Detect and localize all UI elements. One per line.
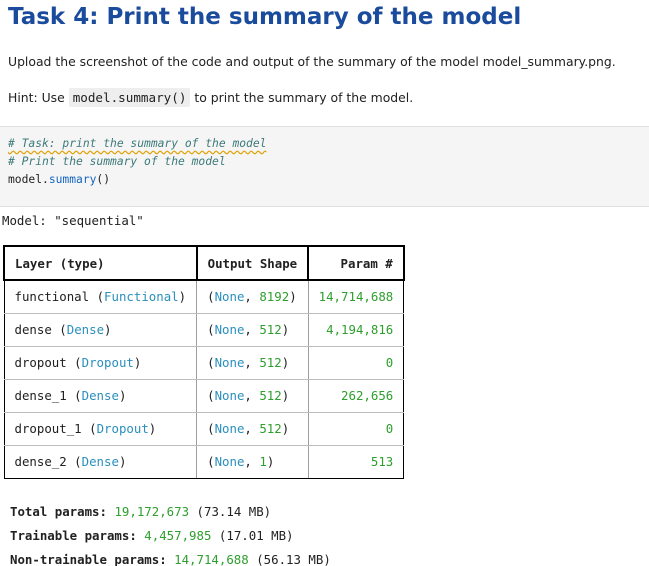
hint-inline-code: model.summary() [68, 88, 191, 107]
header-layer-type: Layer (type) [3, 245, 198, 281]
code-function: summary [48, 173, 97, 186]
layer-type: Dropout [96, 421, 149, 436]
shape-none: None [214, 355, 245, 370]
code-line-2[interactable]: # Print the summary of the model [8, 153, 649, 171]
shape-none: None [214, 289, 245, 305]
layer-cell: dense (Dense) [3, 313, 198, 347]
shape-dim: 512 [259, 388, 282, 403]
total-params-size: (73.14 MB) [196, 504, 272, 519]
non-trainable-params-line: Non-trainable params: 14,714,688 (56.13 … [10, 548, 331, 566]
layer-type: Dense [81, 388, 119, 403]
header-output-shape: Output Shape [195, 245, 310, 281]
param-cell: 4,194,816 [307, 313, 405, 347]
layer-name: dense [14, 322, 52, 337]
table-row: functional (Functional) (None, 8192) 14,… [3, 280, 405, 314]
code-line-1[interactable]: # Task: print the summary of the model [8, 135, 649, 153]
table-header-row: Layer (type) Output Shape Param # [3, 245, 405, 281]
layer-name: dropout_1 [14, 421, 82, 436]
shape-cell: (None, 1) [196, 445, 309, 479]
shape-cell: (None, 8192) [196, 280, 309, 314]
layer-name: dropout [14, 355, 67, 370]
layer-cell: dense_1 (Dense) [3, 379, 198, 413]
shape-cell: (None, 512) [196, 379, 309, 413]
shape-none: None [214, 322, 245, 337]
param-cell: 14,714,688 [307, 280, 405, 314]
layer-name: dense_1 [14, 388, 67, 403]
table-row: dropout_1 (Dropout) (None, 512) 0 [3, 412, 405, 446]
shape-none: None [214, 388, 245, 403]
param-cell: 262,656 [307, 379, 405, 413]
code-object: model. [8, 173, 49, 186]
table-row: dense (Dense) (None, 512) 4,194,816 [3, 313, 405, 347]
shape-dim: 512 [259, 355, 282, 370]
header-param-count: Param # [307, 245, 405, 281]
non-trainable-params-value: 14,714,688 [174, 552, 249, 566]
trainable-params-label: Trainable params: [10, 528, 137, 543]
layer-name: functional [14, 289, 90, 305]
layer-cell: dense_2 (Dense) [3, 445, 198, 479]
layer-type: Dense [81, 454, 119, 469]
shape-dim: 8192 [259, 289, 290, 305]
layer-cell: functional (Functional) [3, 280, 198, 314]
table-row: dense_2 (Dense) (None, 1) 513 [3, 445, 405, 479]
code-comment-print: # Print the summary of the model [8, 155, 226, 168]
shape-cell: (None, 512) [196, 412, 309, 446]
shape-none: None [214, 454, 245, 469]
total-params-line: Total params: 19,172,673 (73.14 MB) [10, 500, 331, 524]
hint-prefix: Hint: Use [8, 90, 65, 105]
hint-text: Hint: Use model.summary() to print the s… [8, 88, 413, 108]
hint-suffix: to print the summary of the model. [194, 90, 414, 105]
layer-cell: dropout (Dropout) [3, 346, 198, 380]
non-trainable-params-label: Non-trainable params: [10, 552, 167, 566]
layer-type: Functional [104, 289, 179, 305]
table-row: dropout (Dropout) (None, 512) 0 [3, 346, 405, 380]
code-cell[interactable]: # Task: print the summary of the model #… [0, 126, 649, 207]
non-trainable-params-size: (56.13 MB) [256, 552, 331, 566]
code-parens: () [96, 173, 111, 186]
layer-type: Dense [66, 322, 105, 337]
trainable-params-size: (17.01 MB) [218, 528, 294, 543]
layer-cell: dropout_1 (Dropout) [3, 412, 198, 446]
total-params-label: Total params: [10, 504, 107, 519]
code-line-3[interactable]: model.summary() [8, 171, 649, 189]
layer-name: dense_2 [14, 454, 67, 469]
model-label: Model: "sequential" [2, 213, 144, 228]
layer-type: Dropout [81, 355, 134, 370]
notebook-page: Task 4: Print the summary of the model U… [0, 0, 649, 566]
param-cell: 0 [307, 346, 405, 380]
total-params-value: 19,172,673 [114, 504, 190, 519]
code-comment-task: # Task: print the summary of the model [8, 137, 267, 150]
shape-dim: 1 [259, 454, 267, 469]
table-row: dense_1 (Dense) (None, 512) 262,656 [3, 379, 405, 413]
trainable-params-line: Trainable params: 4,457,985 (17.01 MB) [10, 524, 331, 548]
param-cell: 0 [307, 412, 405, 446]
shape-none: None [214, 421, 245, 436]
param-totals: Total params: 19,172,673 (73.14 MB) Trai… [10, 500, 331, 566]
model-summary-table: Layer (type) Output Shape Param # functi… [3, 245, 405, 479]
trainable-params-value: 4,457,985 [144, 528, 212, 543]
instruction-text: Upload the screenshot of the code and ou… [8, 54, 616, 69]
shape-dim: 512 [259, 322, 282, 337]
shape-cell: (None, 512) [196, 346, 309, 380]
shape-cell: (None, 512) [196, 313, 309, 347]
shape-dim: 512 [259, 421, 282, 436]
page-title: Task 4: Print the summary of the model [8, 4, 522, 30]
param-cell: 513 [307, 445, 405, 479]
